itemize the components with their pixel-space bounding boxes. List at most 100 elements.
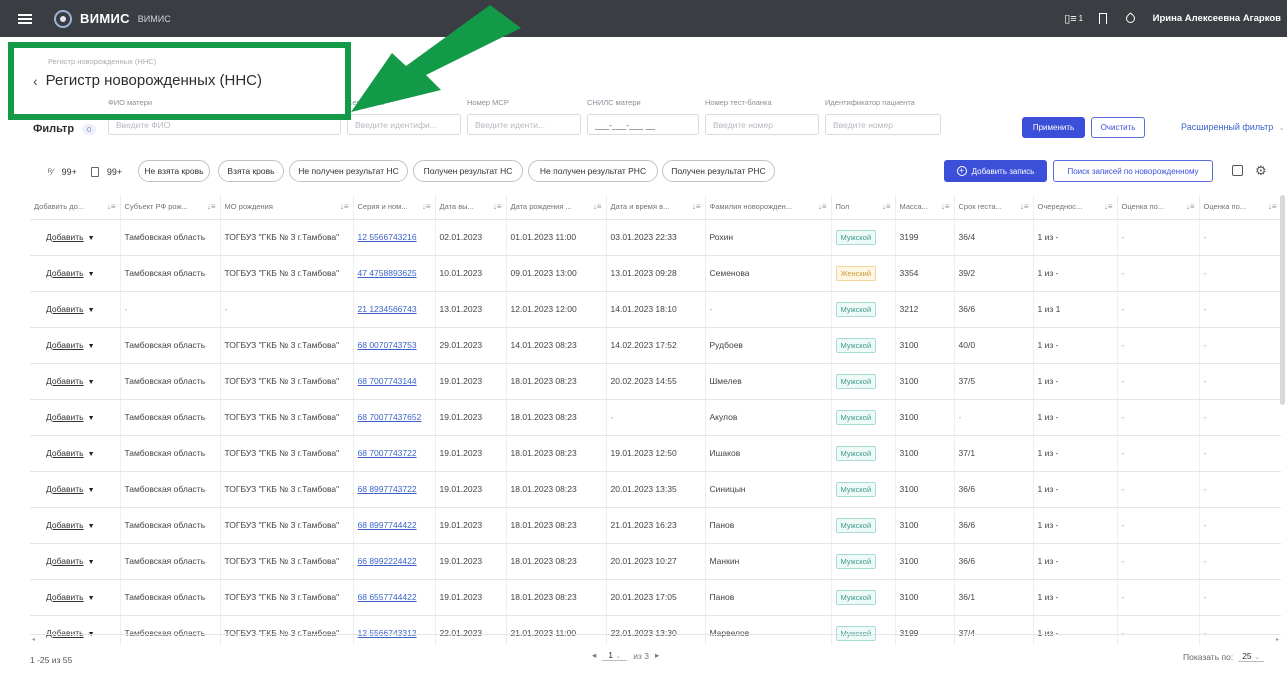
sort-icon[interactable]: ↓≡: [882, 202, 891, 211]
table-row[interactable]: Добавить ▼ Тамбовская область ТОГБУЗ "ГКБ №…: [30, 471, 1281, 508]
column-header[interactable]: Серия и ном... ↓≡: [353, 195, 436, 220]
column-header[interactable]: Дата вы... ↓≡: [435, 195, 507, 220]
add-dropdown-button[interactable]: Добавить: [46, 556, 84, 566]
apply-button[interactable]: Применить: [1022, 117, 1085, 138]
tag-button[interactable]: [1117, 0, 1145, 37]
msr-series-input[interactable]: Введите идентифи...: [347, 114, 461, 135]
add-dropdown-button[interactable]: Добавить: [46, 520, 84, 530]
column-header[interactable]: МО рождения ↓≡: [220, 195, 354, 220]
bookmark-button[interactable]: [1089, 0, 1117, 37]
sort-icon[interactable]: ↓≡: [493, 202, 502, 211]
gear-icon[interactable]: ⚙: [1255, 163, 1267, 179]
chip-blood-taken[interactable]: Взята кровь: [218, 160, 284, 182]
table-row[interactable]: Добавить ▼ Тамбовская область ТОГБУЗ "ГКБ №…: [30, 399, 1281, 436]
chip-no-result-ns[interactable]: Не получен результат НС: [289, 160, 408, 182]
sort-icon[interactable]: ↓≡: [207, 202, 216, 211]
add-dropdown-button[interactable]: Добавить: [46, 304, 84, 314]
column-header[interactable]: Срок геста... ↓≡: [954, 195, 1034, 220]
patient-id-input[interactable]: Введите номер: [825, 114, 941, 135]
add-dropdown-button[interactable]: Добавить: [46, 340, 84, 350]
caret-down-icon[interactable]: ▼: [88, 235, 95, 242]
snils-input[interactable]: ___-___-___ __: [587, 114, 699, 135]
column-header[interactable]: Добавить до... ↓≡: [30, 195, 121, 220]
sort-icon[interactable]: ↓≡: [1104, 202, 1113, 211]
caret-down-icon[interactable]: ▼: [88, 379, 95, 386]
add-dropdown-button[interactable]: Добавить: [46, 484, 84, 494]
add-record-button[interactable]: + Добавить запись: [944, 160, 1047, 182]
column-header[interactable]: Оценка по... ↓≡: [1199, 195, 1281, 220]
add-dropdown-button[interactable]: Добавить: [46, 412, 84, 422]
caret-down-icon[interactable]: ▼: [88, 451, 95, 458]
table-row[interactable]: Добавить ▼ - -21 1234566743 13.01.2023 12.01.…: [30, 291, 1281, 328]
caret-down-icon[interactable]: ▼: [88, 415, 95, 422]
caret-down-icon[interactable]: ▼: [88, 595, 95, 602]
add-dropdown-button[interactable]: Добавить: [46, 232, 84, 242]
series-link[interactable]: 68 7007743144: [358, 376, 417, 386]
series-link[interactable]: 68 8997743722: [358, 484, 417, 494]
series-link[interactable]: 68 7007743722: [358, 448, 417, 458]
add-dropdown-button[interactable]: Добавить: [46, 268, 84, 278]
sort-icon[interactable]: ↓≡: [107, 202, 116, 211]
series-link[interactable]: 68 70077437652: [358, 412, 422, 422]
column-header[interactable]: Фамилия новорожден... ↓≡: [705, 195, 832, 220]
column-header[interactable]: Оценка по... ↓≡: [1117, 195, 1200, 220]
test-form-input[interactable]: Введите номер: [705, 114, 819, 135]
column-header[interactable]: Пол ↓≡: [831, 195, 896, 220]
chip-no-blood[interactable]: Не взята кровь: [138, 160, 210, 182]
prev-page-icon[interactable]: ◂: [592, 650, 596, 661]
sort-icon[interactable]: ↓≡: [941, 202, 950, 211]
add-dropdown-button[interactable]: Добавить: [46, 376, 84, 386]
table-row[interactable]: Добавить ▼ Тамбовская область ТОГБУЗ "ГКБ №…: [30, 219, 1281, 256]
chip-result-ns[interactable]: Получен результат НС: [413, 160, 523, 182]
caret-down-icon[interactable]: ▼: [88, 307, 95, 314]
page-select[interactable]: 1 ⌄: [602, 650, 628, 661]
table-row[interactable]: Добавить ▼ Тамбовская область ТОГБУЗ "ГКБ №…: [30, 435, 1281, 472]
series-link[interactable]: 47 4758893625: [358, 268, 417, 278]
series-link[interactable]: 12 5566743216: [358, 232, 417, 242]
notifications-button[interactable]: ▯≡ 1: [1059, 0, 1089, 37]
vertical-scrollbar[interactable]: [1280, 195, 1285, 405]
add-dropdown-button[interactable]: Добавить: [46, 448, 84, 458]
column-header[interactable]: Очереднос... ↓≡: [1033, 195, 1118, 220]
sort-icon[interactable]: ↓≡: [340, 202, 349, 211]
series-link[interactable]: 21 1234566743: [358, 304, 417, 314]
column-header[interactable]: Субъект РФ рож... ↓≡: [120, 195, 221, 220]
table-row[interactable]: Добавить ▼ Тамбовская область ТОГБУЗ "ГКБ №…: [30, 363, 1281, 400]
caret-down-icon[interactable]: ▼: [88, 523, 95, 530]
caret-down-icon[interactable]: ▼: [88, 271, 95, 278]
clear-button[interactable]: Очистить: [1091, 117, 1145, 138]
scroll-right-icon[interactable]: ▸: [1276, 636, 1279, 643]
column-header[interactable]: Масса... ↓≡: [895, 195, 955, 220]
series-link[interactable]: 66 8992224422: [358, 556, 417, 566]
sort-icon[interactable]: ↓≡: [818, 202, 827, 211]
menu-icon[interactable]: [18, 13, 32, 24]
msr-number-input[interactable]: Введите иденти...: [467, 114, 581, 135]
table-row[interactable]: Добавить ▼ Тамбовская область ТОГБУЗ "ГКБ №…: [30, 507, 1281, 544]
column-header[interactable]: Дата и время в... ↓≡: [606, 195, 706, 220]
sort-icon[interactable]: ↓≡: [1268, 202, 1277, 211]
sort-icon[interactable]: ↓≡: [1020, 202, 1029, 211]
add-dropdown-button[interactable]: Добавить: [46, 592, 84, 602]
next-page-icon[interactable]: ▸: [655, 650, 659, 661]
column-header[interactable]: Дата рождения ... ↓≡: [506, 195, 607, 220]
caret-down-icon[interactable]: ▼: [88, 487, 95, 494]
table-row[interactable]: Добавить ▼ Тамбовская область ТОГБУЗ "ГКБ №…: [30, 255, 1281, 292]
table-row[interactable]: Добавить ▼ Тамбовская область ТОГБУЗ "ГКБ №…: [30, 327, 1281, 364]
table-row[interactable]: Добавить ▼ Тамбовская область ТОГБУЗ "ГКБ №…: [30, 579, 1281, 616]
filter-label[interactable]: Фильтр 0: [33, 123, 97, 135]
sort-icon[interactable]: ↓≡: [1186, 202, 1195, 211]
columns-icon[interactable]: [1232, 165, 1243, 176]
sort-icon[interactable]: ↓≡: [422, 202, 431, 211]
chip-result-rns[interactable]: Получен результат РНС: [662, 160, 775, 182]
series-link[interactable]: 68 8997744422: [358, 520, 417, 530]
horizontal-scrollbar[interactable]: ◂ ▸: [30, 634, 1281, 643]
sort-icon[interactable]: ↓≡: [593, 202, 602, 211]
series-link[interactable]: 68 0070743753: [358, 340, 417, 350]
page-size-select[interactable]: 25 ⌄: [1238, 651, 1264, 662]
search-newborn-button[interactable]: Поиск записей по новорожденному: [1053, 160, 1213, 182]
series-link[interactable]: 68 6557744422: [358, 592, 417, 602]
user-name[interactable]: Ирина Алексеевна Агарков: [1153, 13, 1281, 24]
sort-icon[interactable]: ↓≡: [692, 202, 701, 211]
table-row[interactable]: Добавить ▼ Тамбовская область ТОГБУЗ "ГКБ №…: [30, 543, 1281, 580]
advanced-filter-link[interactable]: Расширенный фильтр ⌄: [1181, 122, 1285, 132]
